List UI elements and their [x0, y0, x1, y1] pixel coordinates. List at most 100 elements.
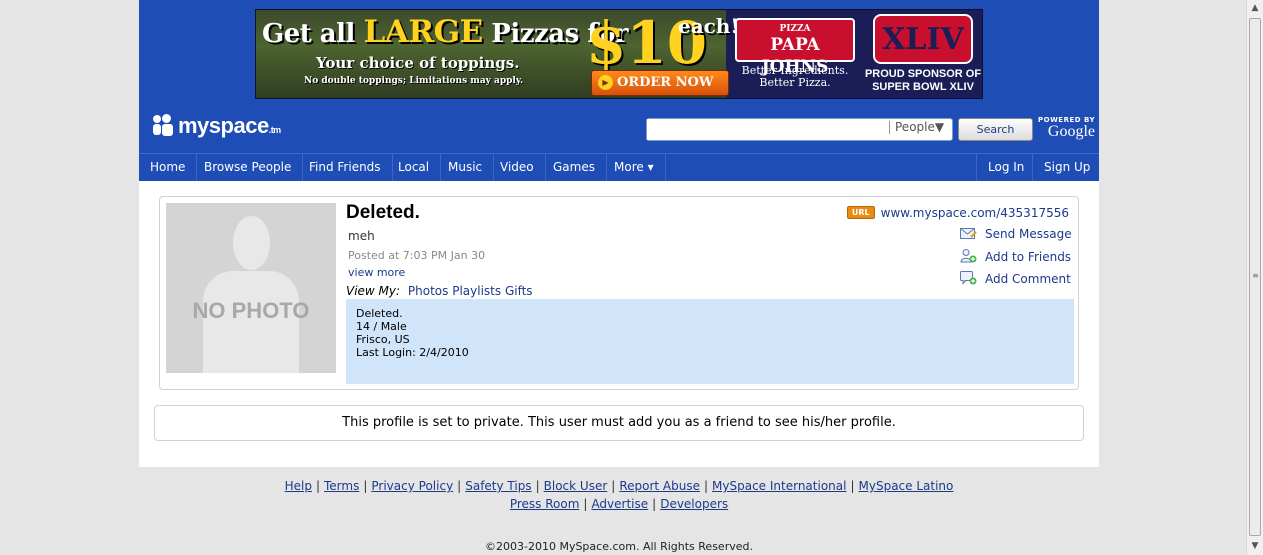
profile-details-box: Deleted. 14 / Male Frisco, US Last Login… [346, 299, 1074, 384]
scroll-down-arrow-icon[interactable]: ▼ [1247, 538, 1263, 555]
no-photo-label: NO PHOTO [192, 298, 310, 323]
footer-international-link[interactable]: MySpace International [712, 479, 846, 493]
super-bowl-numeral: XLIV [873, 14, 973, 64]
ad-order-now-button[interactable]: ▶ ORDER NOW [591, 70, 729, 96]
footer-separator: | [457, 479, 462, 493]
search-box: People▼ [646, 118, 953, 141]
view-gifts-link[interactable]: Gifts [505, 284, 533, 298]
page-container: Get all LARGE Pizzas for $10 each! Your … [139, 0, 1099, 467]
super-bowl-sponsor-1: PROUD SPONSOR OF [864, 68, 982, 80]
add-comment-button[interactable]: Add Comment [960, 271, 1071, 289]
search-divider [889, 121, 890, 134]
myspace-logo-tm: .tm [268, 125, 282, 135]
url-badge-icon: URL [846, 206, 875, 219]
footer-press-room-link[interactable]: Press Room [510, 497, 580, 511]
vertical-scrollbar[interactable]: ▲ ≡ ▼ [1246, 0, 1263, 555]
papa-johns-tagline-2: Better Pizza. [759, 76, 831, 89]
footer-privacy-link[interactable]: Privacy Policy [371, 479, 453, 493]
send-message-button[interactable]: Send Message [960, 227, 1072, 245]
nav-log-in[interactable]: Log In [976, 154, 1035, 181]
nav-sign-up[interactable]: Sign Up [1032, 154, 1101, 181]
details-location: Frisco, US [356, 333, 410, 346]
ad-headline-large: LARGE [363, 14, 483, 50]
play-icon: ▶ [598, 75, 613, 90]
search-type-dropdown[interactable]: People▼ [895, 120, 944, 134]
scrollbar-thumb[interactable]: ≡ [1249, 18, 1261, 536]
footer-separator: | [850, 479, 855, 493]
nav-games[interactable]: Games [542, 154, 607, 181]
ad-headline: Get all LARGE Pizzas for [262, 14, 628, 50]
view-photos-link[interactable]: Photos [408, 284, 448, 298]
profile-url: URL www.myspace.com/435317556 [846, 206, 1069, 220]
profile-photo[interactable]: NO PHOTO [166, 203, 336, 373]
profile-card: NO PHOTO Deleted. meh Posted at 7:03 PM … [159, 196, 1079, 390]
footer-separator: | [315, 479, 320, 493]
footer-separator: | [611, 479, 616, 493]
private-profile-notice: This profile is set to private. This use… [154, 405, 1084, 441]
comment-icon [960, 271, 977, 285]
footer-block-user-link[interactable]: Block User [544, 479, 608, 493]
powered-by-google: POWERED BY Google [1038, 116, 1095, 140]
view-my-label: View My: [346, 284, 401, 298]
ad-subheadline: Your choice of toppings. [316, 54, 520, 72]
silhouette-head [233, 216, 270, 270]
nav-local[interactable]: Local [387, 154, 442, 181]
view-my-links: View My: Photos Playlists Gifts [346, 284, 533, 298]
ad-each: each! [678, 14, 740, 38]
send-message-label: Send Message [985, 227, 1072, 241]
myspace-logo[interactable]: myspace.tm [153, 113, 281, 139]
profile-name: Deleted. [346, 202, 420, 223]
details-age-gender: 14 / Male [356, 320, 407, 333]
view-playlists-link[interactable]: Playlists [452, 284, 501, 298]
footer-separator: | [652, 497, 657, 511]
footer-safety-tips-link[interactable]: Safety Tips [465, 479, 531, 493]
add-friend-icon [960, 249, 977, 263]
nav-find-friends[interactable]: Find Friends [298, 154, 393, 181]
footer-advertise-link[interactable]: Advertise [591, 497, 648, 511]
search-input[interactable] [647, 119, 885, 140]
papa-johns-logo: PIZZA PAPA JOHNS Better Ingredients. Bet… [732, 18, 858, 96]
profile-posted-time: Posted at 7:03 PM Jan 30 [348, 249, 486, 262]
footer-terms-link[interactable]: Terms [324, 479, 359, 493]
copyright: ©2003-2010 MySpace.com. All Rights Reser… [485, 540, 753, 553]
nav-home[interactable]: Home [139, 154, 198, 181]
papa-johns-badge: PIZZA PAPA JOHNS [735, 18, 855, 77]
footer-help-link[interactable]: Help [285, 479, 312, 493]
ad-disclaimer: No double toppings; Limitations may appl… [304, 76, 524, 86]
add-to-friends-button[interactable]: Add to Friends [960, 249, 1071, 267]
footer-separator: | [363, 479, 368, 493]
footer-row-2: Press Room | Advertise | Developers [139, 495, 1099, 513]
scroll-up-arrow-icon[interactable]: ▲ [1247, 0, 1263, 17]
details-name: Deleted. [356, 307, 403, 320]
ad-banner[interactable]: Get all LARGE Pizzas for $10 each! Your … [255, 9, 983, 99]
nav-music[interactable]: Music [437, 154, 495, 181]
envelope-icon [960, 227, 977, 240]
footer-latino-link[interactable]: MySpace Latino [859, 479, 954, 493]
papa-johns-pizza-label: PIZZA [779, 24, 811, 34]
main-nav: Home Browse People Find Friends Local Mu… [139, 153, 1099, 181]
nav-more-dropdown[interactable]: More ▾ [603, 154, 666, 181]
scrollbar-grip-icon: ≡ [1252, 271, 1259, 280]
google-logo: Google [1047, 123, 1096, 140]
ad-order-label: ORDER NOW [617, 75, 714, 90]
ad-headline-a: Get all [262, 19, 355, 49]
add-comment-label: Add Comment [985, 272, 1071, 286]
profile-url-link[interactable]: www.myspace.com/435317556 [881, 206, 1069, 220]
footer: Help | Terms | Privacy Policy | Safety Tips | Bl… [139, 477, 1099, 513]
nav-browse-people[interactable]: Browse People [193, 154, 304, 181]
search-button[interactable]: Search [958, 118, 1033, 141]
footer-report-abuse-link[interactable]: Report Abuse [619, 479, 700, 493]
super-bowl-logo: XLIV PROUD SPONSOR OF SUPER BOWL XLIV [864, 14, 982, 96]
details-last-login: Last Login: 2/4/2010 [356, 346, 469, 359]
myspace-logo-text: myspace [178, 113, 269, 138]
footer-developers-link[interactable]: Developers [660, 497, 728, 511]
view-more-link[interactable]: view more [348, 266, 405, 279]
nav-video[interactable]: Video [489, 154, 546, 181]
super-bowl-sponsor-2: SUPER BOWL XLIV [872, 81, 974, 93]
header: Get all LARGE Pizzas for $10 each! Your … [139, 0, 1099, 153]
add-to-friends-label: Add to Friends [985, 250, 1072, 264]
myspace-people-icon [153, 114, 175, 136]
footer-row-1: Help | Terms | Privacy Policy | Safety Tips | Bl… [139, 477, 1099, 495]
footer-separator: | [535, 479, 540, 493]
profile-headline: meh [348, 229, 375, 243]
